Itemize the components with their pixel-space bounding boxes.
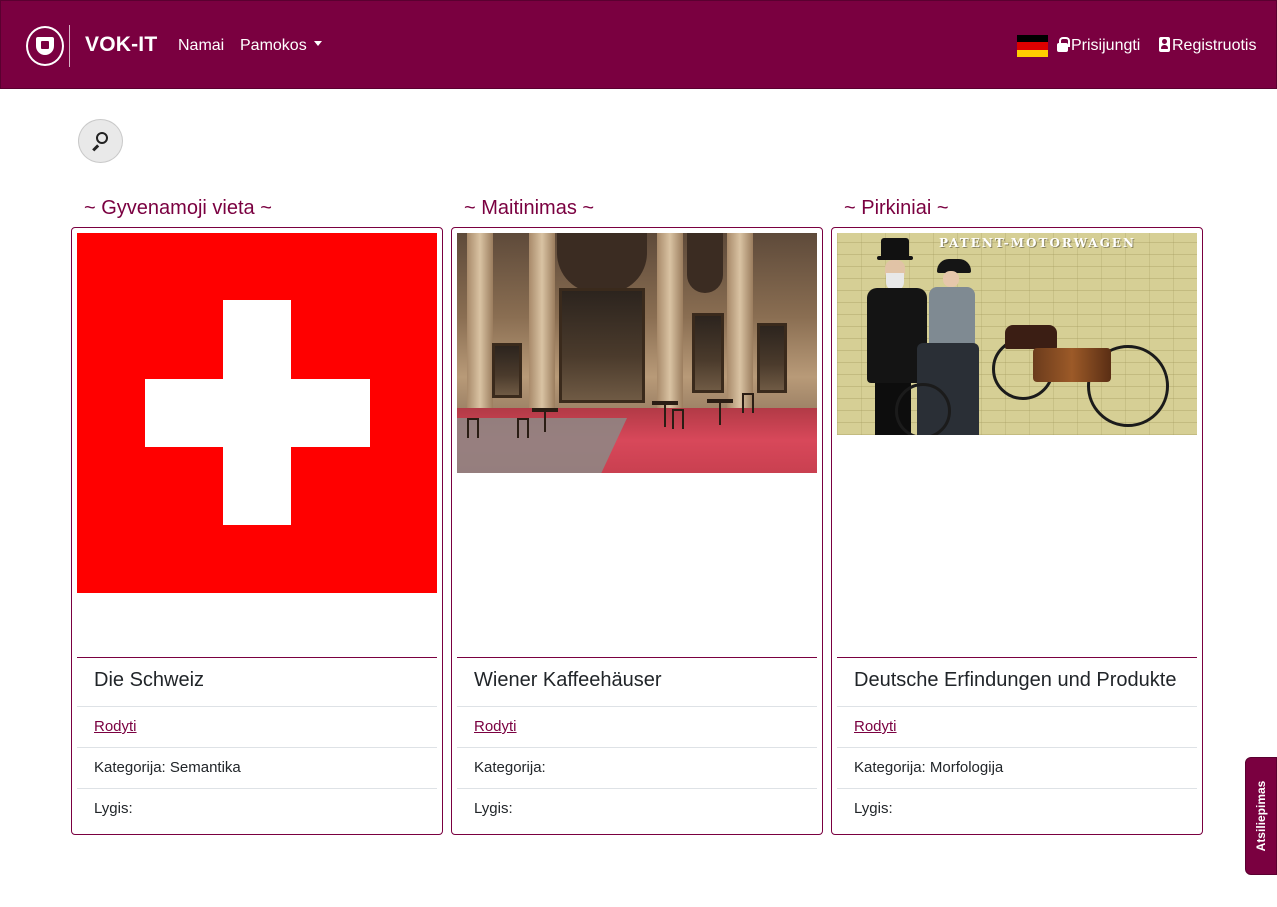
german-flag-icon[interactable]	[1017, 35, 1048, 57]
shield-icon	[36, 37, 54, 55]
card-title: Deutsche Erfindungen und Produkte	[854, 669, 1177, 691]
card-category-row: Kategorija: Morfologija	[837, 747, 1197, 788]
nav-lessons-label: Pamokos	[240, 37, 307, 54]
show-link[interactable]: Rodyti	[474, 718, 517, 735]
logo-divider	[69, 25, 70, 67]
login-link[interactable]: Prisijungti	[1057, 37, 1140, 55]
card-level-row: Lygis:	[457, 788, 817, 829]
top-navbar: VOK-IT Namai Pamokos Prisijungti Registr…	[0, 0, 1277, 89]
card-title: Wiener Kaffeehäuser	[474, 669, 662, 691]
nav-home-link[interactable]: Namai	[178, 37, 224, 55]
register-label: Registruotis	[1172, 37, 1257, 54]
card-level: Lygis:	[474, 800, 513, 817]
brand-name[interactable]: VOK-IT	[85, 33, 157, 57]
card-title: Die Schweiz	[94, 669, 205, 691]
card-link-row: Rodyti	[77, 706, 437, 747]
card-level-row: Lygis:	[837, 788, 1197, 829]
lesson-card: PATENT-MOTORWAGEN Deutsche Erfindungen u…	[831, 227, 1203, 835]
patent-motorwagen-image: PATENT-MOTORWAGEN	[837, 233, 1197, 435]
card-level: Lygis:	[94, 800, 133, 817]
card-category-row: Kategorija: Semantika	[77, 747, 437, 788]
register-link[interactable]: Registruotis	[1159, 37, 1256, 55]
university-logo[interactable]	[26, 26, 64, 66]
card-link-row: Rodyti	[837, 706, 1197, 747]
card-link-row: Rodyti	[457, 706, 817, 747]
image-caption: PATENT-MOTORWAGEN	[939, 236, 1136, 250]
category-heading-residence: ~ Gyvenamoji vieta ~	[84, 197, 272, 219]
show-link[interactable]: Rodyti	[94, 718, 137, 735]
feedback-tab[interactable]: Atsiliepimas	[1245, 757, 1277, 875]
person-badge-icon	[1159, 37, 1170, 52]
card-category: Kategorija:	[474, 759, 546, 776]
card-divider	[457, 657, 817, 658]
lesson-card: Wiener Kaffeehäuser Rodyti Kategorija: L…	[451, 227, 823, 835]
feedback-label: Atsiliepimas	[1254, 780, 1268, 852]
lock-icon	[1057, 37, 1070, 52]
chevron-down-icon	[313, 41, 322, 47]
card-level: Lygis:	[854, 800, 893, 817]
category-heading-food: ~ Maitinimas ~	[464, 197, 595, 219]
show-link[interactable]: Rodyti	[854, 718, 897, 735]
vienna-cafe-image	[457, 233, 817, 473]
category-heading-shopping: ~ Pirkiniai ~	[844, 197, 949, 219]
search-button[interactable]	[78, 119, 123, 163]
card-level-row: Lygis:	[77, 788, 437, 829]
card-category: Kategorija: Morfologija	[854, 759, 1004, 776]
nav-lessons-dropdown[interactable]: Pamokos	[240, 37, 322, 55]
lesson-card: Die Schweiz Rodyti Kategorija: Semantika…	[71, 227, 443, 835]
card-divider	[837, 657, 1197, 658]
login-label: Prisijungti	[1071, 37, 1141, 54]
card-divider	[77, 657, 437, 658]
card-category: Kategorija: Semantika	[94, 759, 241, 776]
swiss-flag-image	[77, 233, 437, 593]
card-category-row: Kategorija:	[457, 747, 817, 788]
